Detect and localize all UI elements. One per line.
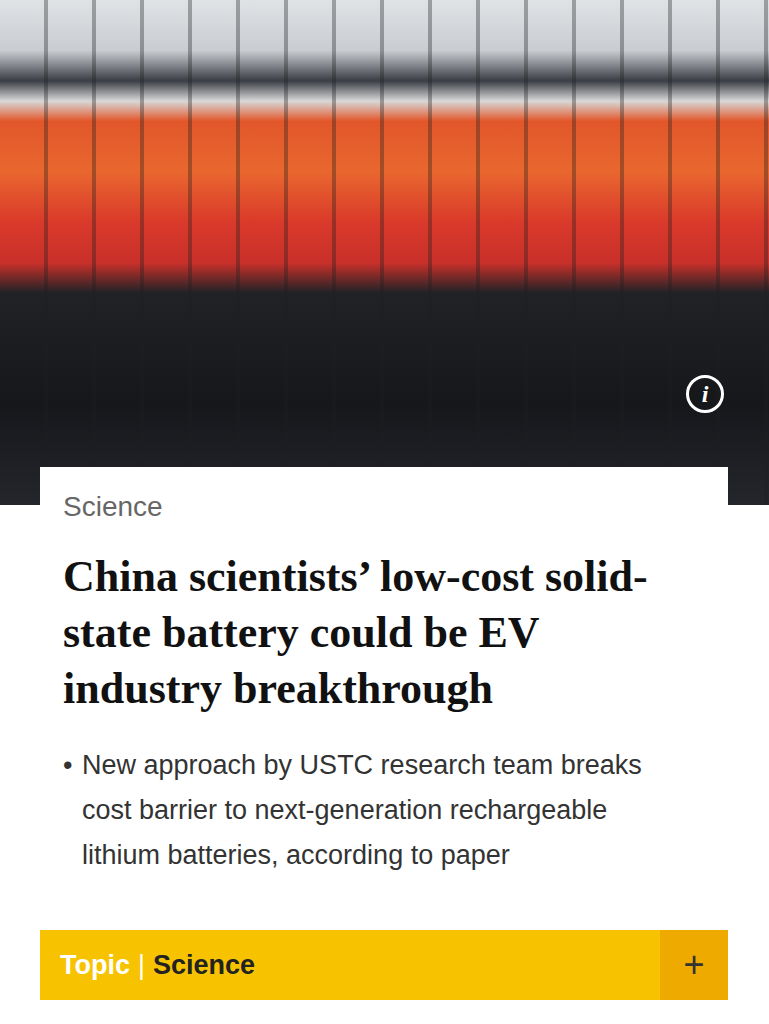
- topic-bar[interactable]: Topic | Science +: [40, 930, 728, 1000]
- topic-separator: |: [138, 950, 145, 981]
- follow-button[interactable]: +: [660, 930, 728, 1000]
- bullet-marker: •: [63, 743, 74, 878]
- topic-link[interactable]: Topic | Science: [40, 930, 660, 1000]
- summary-item: •New approach by USTC research team brea…: [63, 743, 705, 878]
- info-icon[interactable]: i: [686, 375, 724, 413]
- summary-list: •New approach by USTC research team brea…: [63, 743, 705, 878]
- topic-label: Topic: [60, 950, 130, 981]
- topic-value: Science: [153, 950, 255, 981]
- article-photo: i: [0, 0, 769, 505]
- headline[interactable]: China scientists’ low-cost solid-state b…: [63, 549, 703, 717]
- article-card: Science China scientists’ low-cost solid-…: [40, 467, 728, 888]
- category-label[interactable]: Science: [63, 489, 705, 525]
- summary-text: New approach by USTC research team break…: [82, 743, 692, 878]
